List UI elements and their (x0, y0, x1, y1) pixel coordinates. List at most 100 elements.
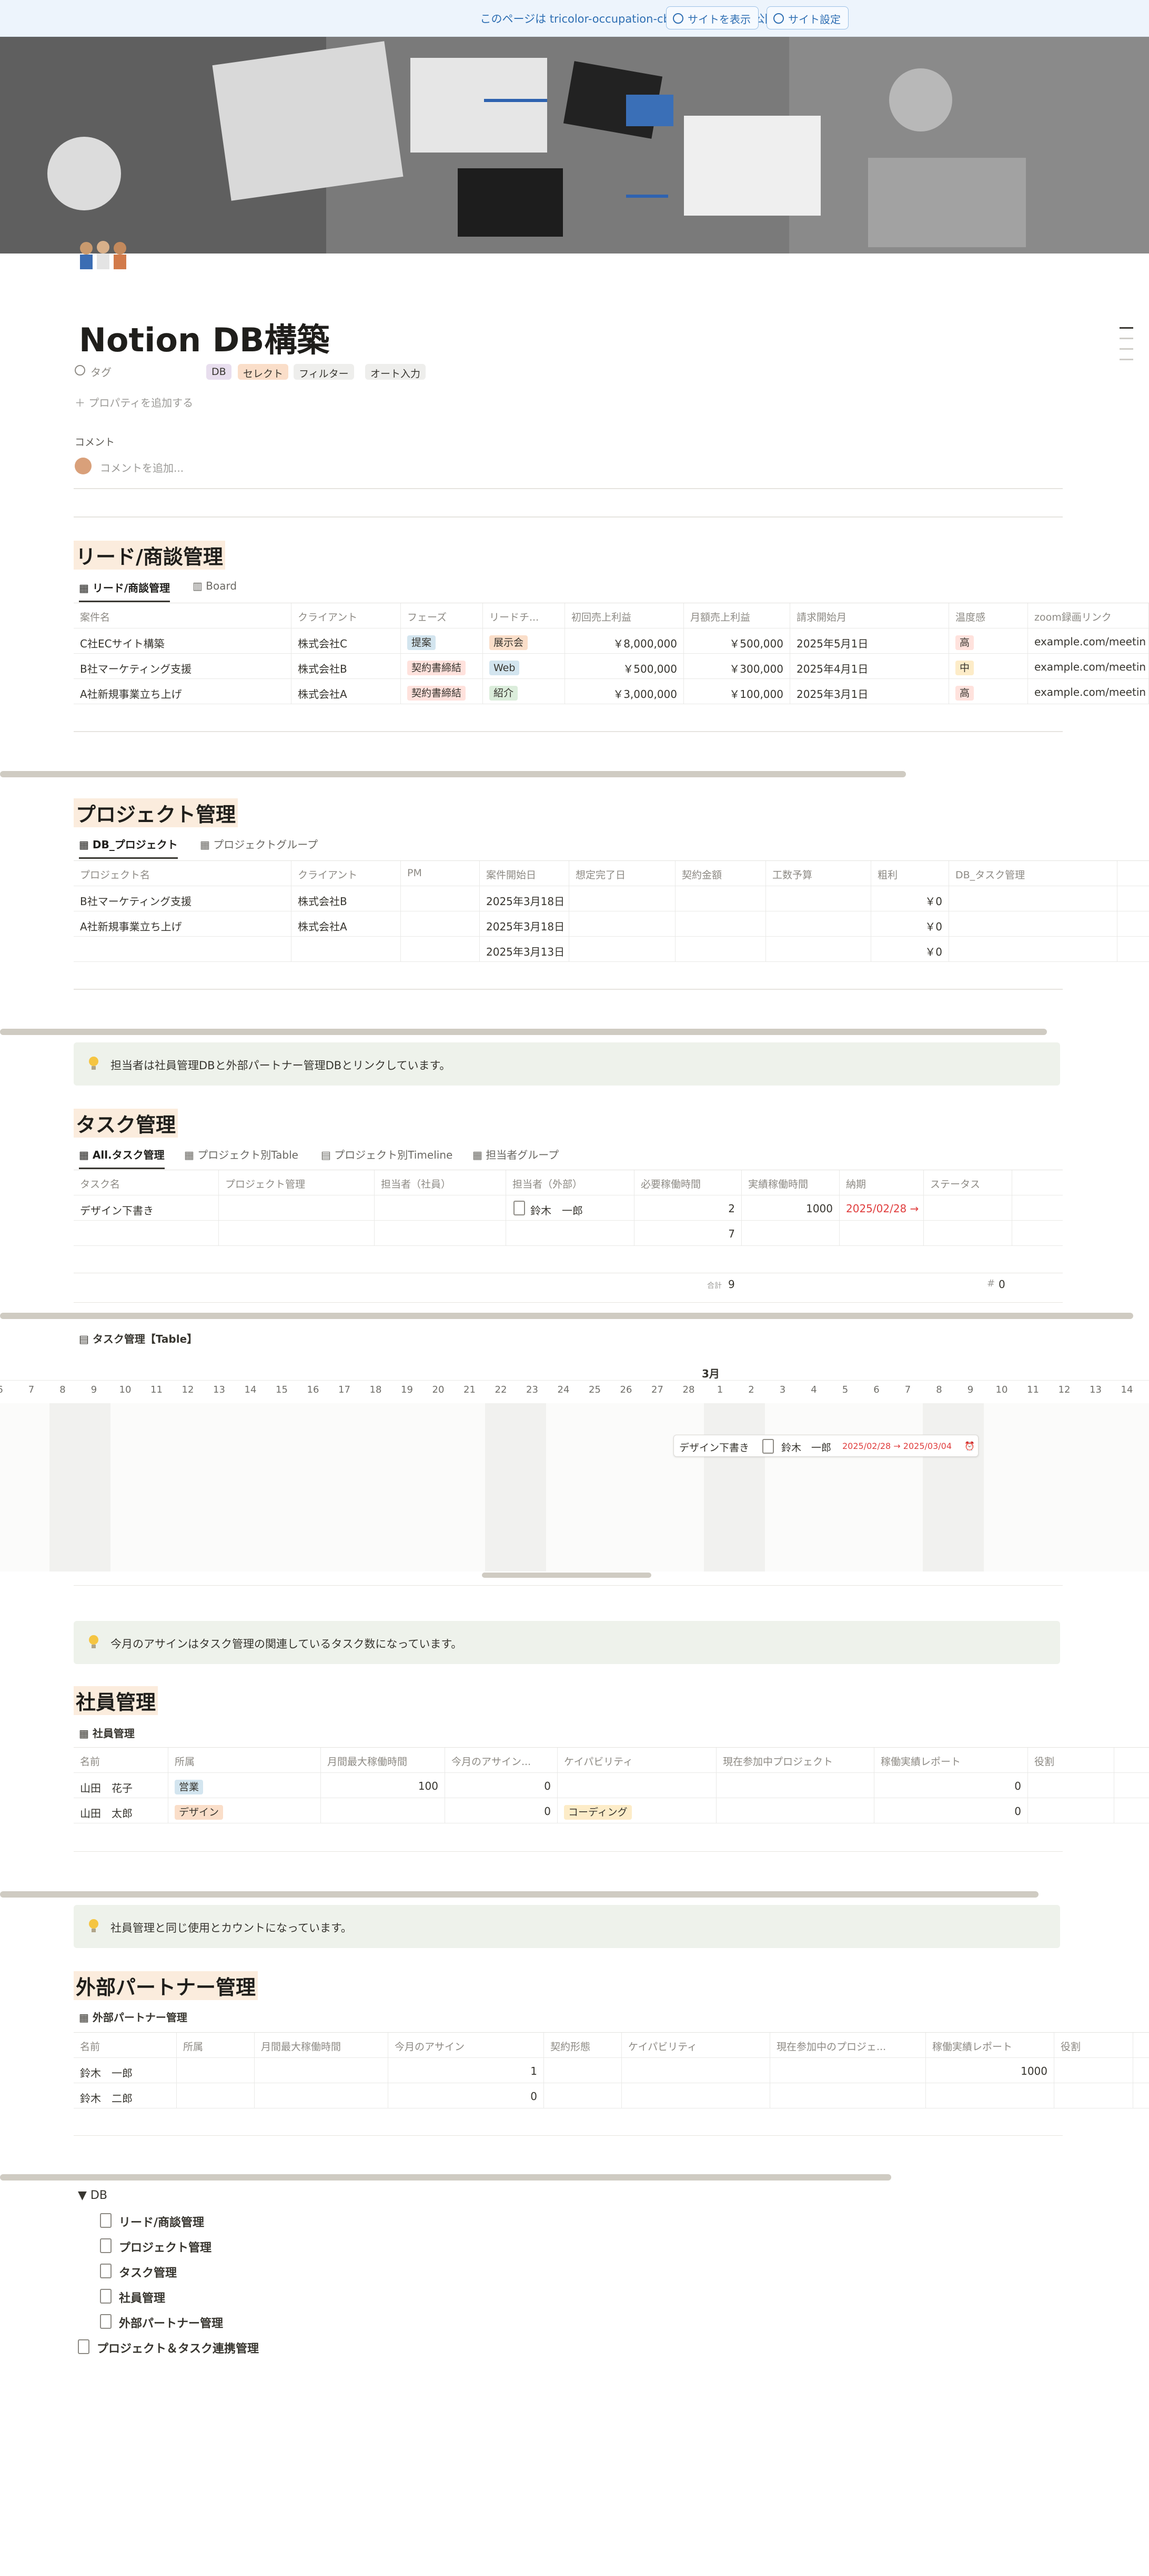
employee-tab[interactable]: ▦ 社員管理 (79, 1725, 135, 1740)
timeline-title[interactable]: ▤ タスク管理【Table】 (79, 1331, 197, 1346)
link-partner[interactable]: 外部パートナー管理 (100, 2314, 223, 2331)
cell-end[interactable] (569, 937, 676, 962)
cell-contract[interactable] (676, 886, 766, 911)
col-header[interactable]: 粗利 (871, 861, 949, 886)
col-header[interactable]: 工数予算 (766, 861, 871, 886)
table-row[interactable]: C社ECサイト構築 株式会社C 提案 展示会 ￥8,000,000 ￥500,0… (74, 628, 1149, 654)
cell-phase[interactable]: 提案 (401, 628, 483, 654)
col-header[interactable]: 想定完了日 (569, 861, 676, 886)
cell-role[interactable] (1028, 1798, 1114, 1823)
cell-capability[interactable]: コーディング (558, 1798, 717, 1823)
cell-source[interactable]: Web (483, 654, 565, 679)
cell-contract-type[interactable] (544, 2083, 622, 2108)
task-tab-project-table[interactable]: ▦ プロジェクト別Table (184, 1147, 298, 1162)
cell-margin[interactable]: ￥0 (871, 937, 949, 962)
view-site-button[interactable]: サイトを表示 (666, 6, 759, 29)
cell-client[interactable]: 株式会社C (291, 628, 401, 654)
cell-billing-month[interactable]: 2025年4月1日 (790, 654, 949, 679)
cell-initial-profit[interactable]: ￥500,000 (565, 654, 684, 679)
cell-name[interactable]: 鈴木 二郎 (74, 2083, 177, 2108)
cell-name[interactable]: 山田 花子 (74, 1773, 168, 1798)
cell-phase[interactable]: 契約書締結 (401, 654, 483, 679)
horizontal-scrollbar[interactable] (0, 771, 906, 777)
table-row[interactable]: A社新規事業立ち上げ 株式会社A 2025年3月18日 ￥0 (74, 911, 1149, 937)
col-header[interactable]: 月間最大稼働時間 (321, 1748, 445, 1773)
col-header[interactable]: 案件開始日 (480, 861, 569, 886)
cell-status[interactable] (924, 1195, 1012, 1221)
col-header[interactable]: 案件名 (74, 603, 291, 628)
cell-monthly-profit[interactable]: ￥100,000 (684, 679, 790, 704)
cell-pm[interactable] (401, 886, 480, 911)
cell-tasks[interactable] (949, 937, 1117, 962)
link-project-task-integration[interactable]: プロジェクト＆タスク連携管理 (78, 2339, 259, 2356)
cell-budget[interactable] (766, 886, 871, 911)
cell-client[interactable]: 株式会社A (291, 679, 401, 704)
cell-start[interactable]: 2025年3月13日 (480, 937, 569, 962)
col-header[interactable]: 月間最大稼働時間 (255, 2033, 388, 2058)
cell-contract[interactable] (676, 937, 766, 962)
cell-start[interactable]: 2025年3月18日 (480, 911, 569, 937)
cell-capability[interactable] (622, 2083, 770, 2108)
col-header[interactable]: 必要稼働時間 (634, 1170, 742, 1195)
col-header[interactable]: 今月のアサイン... (445, 1748, 558, 1773)
cell-client[interactable]: 株式会社B (291, 654, 401, 679)
cell-name[interactable]: 鈴木 一郎 (74, 2058, 177, 2083)
add-property-button[interactable]: ＋ プロパティを追加する (75, 394, 193, 410)
page-title[interactable]: Notion DB構築 (79, 313, 329, 361)
cell-name[interactable]: B社マーケティング支援 (74, 654, 291, 679)
cell-billing-month[interactable]: 2025年5月1日 (790, 628, 949, 654)
cell-employee[interactable] (375, 1195, 506, 1221)
cell-dept[interactable] (177, 2058, 255, 2083)
cell-monthly-profit[interactable]: ￥300,000 (684, 654, 790, 679)
col-header[interactable]: zoom録画リンク (1028, 603, 1149, 628)
link-employee[interactable]: 社員管理 (100, 2289, 165, 2306)
col-header[interactable]: 初回売上利益 (565, 603, 684, 628)
project-tab-group[interactable]: ▦ プロジェクトグループ (200, 836, 318, 851)
cell-partner[interactable] (506, 1221, 634, 1246)
tag-select[interactable]: セレクト (238, 364, 289, 380)
cell-assign[interactable]: 0 (445, 1798, 558, 1823)
col-header[interactable]: プロジェクト名 (74, 861, 291, 886)
col-header[interactable]: 名前 (74, 1748, 168, 1773)
cell-end[interactable] (569, 886, 676, 911)
cell-initial-profit[interactable]: ￥8,000,000 (565, 628, 684, 654)
cell-role[interactable] (1028, 1773, 1114, 1798)
tag-filter[interactable]: フィルター (294, 364, 354, 380)
task-tab-all[interactable]: ▦ All.タスク管理 (79, 1147, 165, 1169)
col-header[interactable]: プロジェクト管理 (219, 1170, 375, 1195)
cell-max-hours[interactable] (321, 1798, 445, 1823)
col-header[interactable]: 現在参加中のプロジェ... (770, 2033, 926, 2058)
cell-end[interactable] (569, 911, 676, 937)
tag-auto-fill[interactable]: オート入力 (365, 364, 426, 380)
cell-name[interactable]: C社ECサイト構築 (74, 628, 291, 654)
cell-actual-hours[interactable] (742, 1221, 840, 1246)
cell-actual-hours[interactable]: 1000 (742, 1195, 840, 1221)
cell-temperature[interactable]: 高 (949, 679, 1028, 704)
col-header[interactable]: 契約形態 (544, 2033, 622, 2058)
cell-name[interactable]: A社新規事業立ち上げ (74, 679, 291, 704)
cell-budget[interactable] (766, 937, 871, 962)
cell-project[interactable] (219, 1195, 375, 1221)
cell-report[interactable]: 0 (874, 1773, 1028, 1798)
col-header[interactable]: 実績稼働時間 (742, 1170, 840, 1195)
cell-project[interactable]: B社マーケティング支援 (74, 886, 291, 911)
cell-current-project[interactable] (770, 2083, 926, 2108)
cell-dept[interactable]: デザイン (168, 1798, 321, 1823)
cell-capability[interactable] (558, 1773, 717, 1798)
cell-pm[interactable] (401, 911, 480, 937)
cell-role[interactable] (1054, 2083, 1133, 2108)
horizontal-scrollbar[interactable] (0, 2174, 891, 2181)
cell-due[interactable] (840, 1221, 924, 1246)
cell-max-hours[interactable] (255, 2083, 388, 2108)
timeline-scrollbar[interactable] (482, 1573, 651, 1578)
horizontal-scrollbar[interactable] (0, 1313, 1133, 1319)
partner-tab[interactable]: ▦ 外部パートナー管理 (79, 2009, 187, 2024)
cell-zoom-link[interactable]: example.com/meetin (1028, 654, 1149, 679)
col-header[interactable]: 役割 (1054, 2033, 1133, 2058)
col-header[interactable]: 稼働実績レポート (926, 2033, 1054, 2058)
col-header[interactable]: 担当者（外部） (506, 1170, 634, 1195)
col-header[interactable]: 役割 (1028, 1748, 1114, 1773)
cell-project[interactable] (74, 937, 291, 962)
cell-tasks[interactable] (949, 911, 1117, 937)
partner-link[interactable]: 鈴木 一郎 (530, 1204, 583, 1217)
